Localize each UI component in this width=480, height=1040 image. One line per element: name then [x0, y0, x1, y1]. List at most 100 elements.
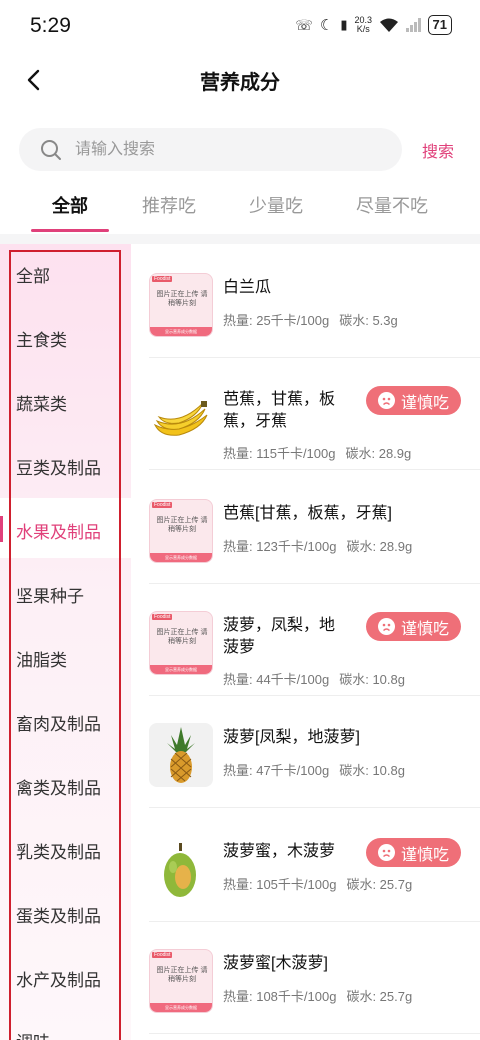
carbs-value: 碳水: 25.7g — [346, 877, 413, 892]
carbs-value: 碳水: 10.8g — [339, 672, 405, 687]
net-speed: 20.3 K/s — [354, 15, 373, 34]
food-image-placeholder: Foodist 图片正在上传 请稍等片刻显示营养成分数据 — [149, 611, 213, 675]
food-nutrition: 热量: 123千卡/100g 碳水: 28.9g — [223, 536, 422, 555]
search-button[interactable]: 搜索 — [422, 138, 454, 162]
calories-value: 热量: 115千卡/100g — [223, 446, 336, 461]
category-item[interactable]: 豆类及制品 — [16, 454, 101, 479]
status-time: 5:29 — [30, 14, 71, 37]
food-nutrition: 热量: 115千卡/100g 碳水: 28.9g — [223, 443, 421, 462]
pineapple-image — [149, 723, 213, 787]
caution-label: 谨慎吃 — [400, 394, 449, 412]
food-item[interactable]: Foodist 图片正在上传 请稍等片刻显示营养成分数据 菠萝，凤梨，地菠萝热量: … — [149, 584, 480, 696]
carbs-value: 碳水: 10.8g — [339, 763, 405, 778]
food-nutrition: 热量: 105千卡/100g 碳水: 25.7g — [223, 874, 422, 893]
food-image-placeholder: Foodist 图片正在上传 请稍等片刻显示营养成分数据 — [149, 949, 213, 1013]
calories-value: 热量: 47千卡/100g — [223, 763, 330, 778]
food-name: 白兰瓜 — [223, 279, 272, 296]
food-list: Foodist 图片正在上传 请稍等片刻 显示营养成分数据 白兰瓜 热量: 25千卡/1… — [131, 244, 480, 1040]
caution-label: 谨慎吃 — [400, 620, 449, 638]
caution-label: 谨慎吃 — [400, 846, 449, 864]
status-bar: 5:29 ☏ ☾ ▮ 20.3 K/s 71 — [0, 0, 480, 54]
sad-face-icon — [377, 844, 395, 861]
status-icons: ☏ ☾ ▮ 20.3 K/s 71 — [295, 15, 452, 35]
category-item[interactable]: 禽类及制品 — [16, 774, 101, 799]
food-item[interactable]: 菠萝[凤梨，地菠萝] 热量: 47千卡/100g 碳水: 10.8g — [149, 696, 480, 808]
tab-all[interactable]: 全部 — [52, 192, 88, 218]
food-nutrition: 热量: 47千卡/100g 碳水: 10.8g — [223, 760, 415, 779]
food-item[interactable]: Foodist 图片正在上传 请稍等片刻显示营养成分数据 菠萝蜜[木菠萝] 热量: 1… — [149, 922, 480, 1034]
placeholder-footer: 显示营养成分数据 — [150, 553, 212, 562]
caution-badge: 谨慎吃 — [366, 386, 461, 415]
calories-value: 热量: 108千卡/100g — [223, 989, 337, 1004]
search-input[interactable] — [75, 128, 385, 171]
placeholder-text: 图片正在上传 请稍等片刻 — [156, 629, 208, 645]
placeholder-footer: 显示营养成分数据 — [150, 327, 212, 336]
food-name: 芭蕉[甘蕉，板蕉，牙蕉] — [223, 505, 392, 522]
category-item[interactable]: 水果及制品 — [16, 518, 101, 543]
category-item[interactable]: 全部 — [16, 262, 50, 287]
active-category-marker — [0, 516, 3, 542]
search-icon — [41, 140, 61, 160]
food-name: 菠萝，凤梨，地菠萝 — [223, 617, 336, 656]
header: 营养成分 — [0, 54, 480, 106]
category-item[interactable]: 水产及制品 — [16, 966, 101, 991]
calories-value: 热量: 123千卡/100g — [223, 539, 337, 554]
battery-indicator: 71 — [427, 15, 452, 35]
jackfruit-image — [149, 837, 213, 901]
page-title: 营养成分 — [200, 72, 280, 94]
calories-value: 热量: 25千卡/100g — [223, 313, 330, 328]
category-item[interactable]: 油脂类 — [16, 646, 67, 671]
calories-value: 热量: 105千卡/100g — [223, 877, 337, 892]
placeholder-text: 图片正在上传 请稍等片刻 — [156, 517, 208, 533]
food-item[interactable]: 芭蕉，甘蕉，板蕉，牙蕉热量: 115千卡/100g 碳水: 28.9g 谨慎吃 — [149, 358, 480, 470]
food-name: 菠萝[凤梨，地菠萝] — [223, 729, 360, 746]
active-tab-indicator — [31, 229, 109, 232]
placeholder-text: 图片正在上传 请稍等片刻 — [156, 967, 208, 983]
placeholder-footer: 显示营养成分数据 — [150, 1003, 212, 1012]
category-item[interactable]: 畜肉及制品 — [16, 710, 101, 735]
category-item[interactable]: 蔬菜类 — [16, 390, 67, 415]
tab-recommended[interactable]: 推荐吃 — [142, 192, 196, 218]
food-name: 芭蕉，甘蕉，板蕉，牙蕉 — [223, 391, 336, 430]
category-item[interactable]: 蛋类及制品 — [16, 902, 101, 927]
food-nutrition: 热量: 108千卡/100g 碳水: 25.7g — [223, 986, 422, 1005]
sad-face-icon — [377, 618, 395, 635]
vibrate-icon: ▮ — [340, 17, 348, 32]
moon-icon: ☾ — [319, 17, 334, 34]
placeholder-tag: Foodist — [152, 952, 173, 958]
food-item[interactable]: 菠萝蜜，木菠萝 热量: 105千卡/100g 碳水: 25.7g 谨慎吃 — [149, 810, 480, 922]
carbs-value: 碳水: 28.9g — [345, 446, 412, 461]
tab-avoid[interactable]: 尽量不吃 — [356, 192, 428, 218]
caution-badge: 谨慎吃 — [366, 612, 461, 641]
tab-eat-less[interactable]: 少量吃 — [249, 192, 303, 218]
carbs-value: 碳水: 25.7g — [346, 989, 413, 1004]
food-item[interactable]: Foodist 图片正在上传 请稍等片刻显示营养成分数据 白兰瓜热量: 25千卡/1… — [149, 246, 480, 358]
placeholder-text: 图片正在上传 请稍等片刻 — [156, 291, 208, 307]
food-name: 菠萝蜜，木菠萝 — [223, 843, 336, 860]
wifi-icon — [380, 18, 399, 32]
category-item[interactable]: 坚果种子 — [16, 582, 84, 607]
placeholder-tag: Foodist — [152, 502, 173, 508]
signal-icon — [406, 18, 421, 32]
food-image-placeholder: Foodist 图片正在上传 请稍等片刻显示营养成分数据 — [149, 499, 213, 563]
search-box[interactable] — [19, 128, 402, 171]
carbs-value: 碳水: 5.3g — [339, 313, 398, 328]
divider — [0, 234, 480, 244]
food-nutrition: 热量: 44千卡/100g 碳水: 10.8g — [223, 669, 415, 688]
food-image-placeholder: Foodist 图片正在上传 请稍等片刻显示营养成分数据 — [149, 273, 213, 337]
caution-badge: 谨慎吃 — [366, 838, 461, 867]
filter-tabs: 全部 推荐吃 少量吃 尽量不吃 — [0, 184, 480, 232]
banana-image — [149, 385, 213, 449]
placeholder-footer: 显示营养成分数据 — [150, 665, 212, 674]
food-name: 菠萝蜜[木菠萝] — [223, 955, 328, 972]
sad-face-icon — [377, 392, 395, 409]
carbs-value: 碳水: 28.9g — [346, 539, 413, 554]
food-item[interactable]: Foodist 图片正在上传 请稍等片刻显示营养成分数据 芭蕉[甘蕉，板蕉，牙蕉] 热… — [149, 472, 480, 584]
category-item[interactable]: 调味 — [16, 1028, 50, 1040]
hd-call-icon: ☏ — [295, 16, 313, 33]
placeholder-tag: Foodist — [152, 614, 173, 620]
calories-value: 热量: 44千卡/100g — [223, 672, 330, 687]
placeholder-tag: Foodist — [152, 276, 173, 282]
category-item[interactable]: 主食类 — [16, 326, 67, 351]
category-item[interactable]: 乳类及制品 — [16, 838, 101, 863]
